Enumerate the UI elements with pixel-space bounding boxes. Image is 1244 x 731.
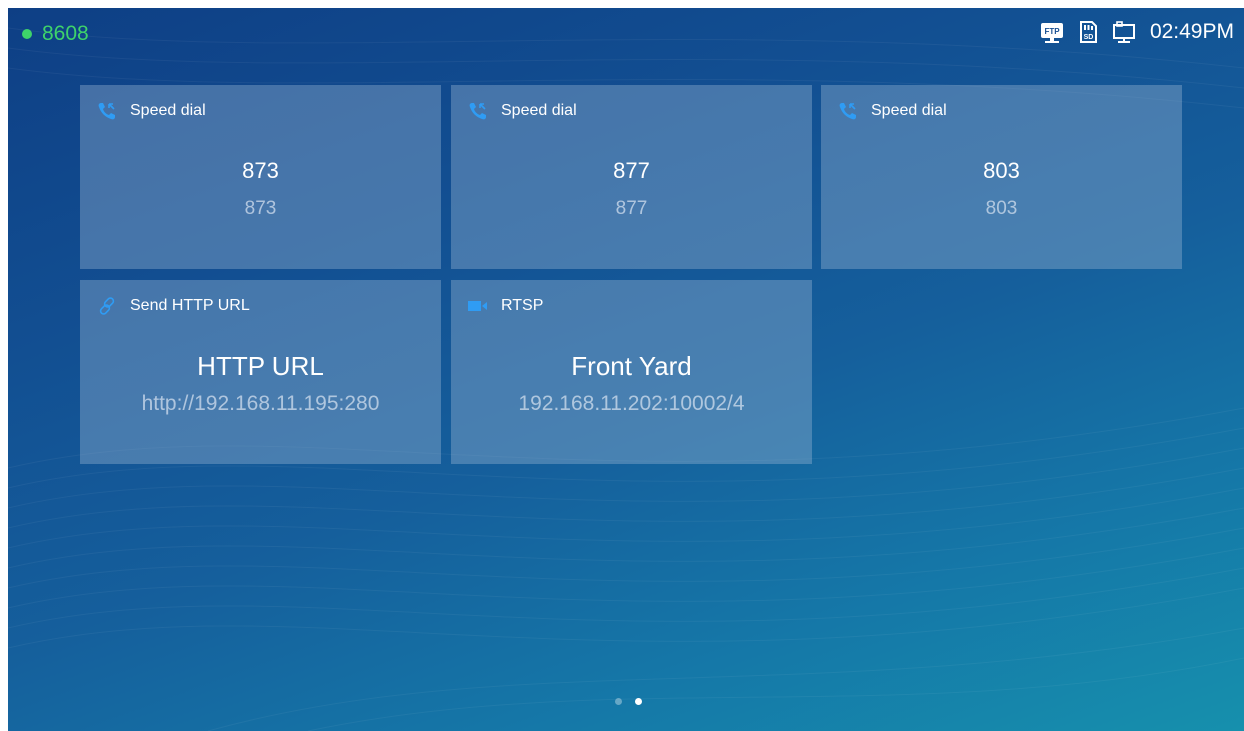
tile-value: 873: [244, 198, 277, 219]
home-screen: 8608 FTP SD 02:49PM Speed dial 873 873 S…: [8, 8, 1244, 731]
account-number: 8608: [42, 22, 89, 45]
tile-header: Speed dial: [837, 101, 947, 121]
tile-name: Front Yard: [571, 351, 692, 381]
tile-value: 192.168.11.202:10002/4: [518, 392, 745, 415]
ftp-icon-label: FTP: [1044, 27, 1060, 36]
sd-card-icon-label: SD: [1084, 34, 1094, 41]
rtsp-tile[interactable]: RTSP Front Yard 192.168.11.202:10002/4: [451, 280, 812, 464]
speed-dial-tile-803[interactable]: Speed dial 803 803: [821, 85, 1182, 269]
phone-icon: [837, 101, 859, 121]
page-indicator: [615, 698, 655, 705]
sd-card-icon: SD: [1076, 20, 1100, 44]
tile-type-label: Send HTTP URL: [130, 297, 250, 314]
video-camera-icon: [467, 296, 489, 316]
tile-header: Speed dial: [96, 101, 206, 121]
link-icon: [96, 296, 118, 316]
tile-header: Speed dial: [467, 101, 577, 121]
tile-type-label: Speed dial: [130, 102, 206, 119]
phone-icon: [96, 101, 118, 121]
tile-value: 877: [615, 198, 648, 219]
clock: 02:49PM: [1149, 20, 1234, 43]
tile-header: Send HTTP URL: [96, 296, 250, 316]
status-icons: FTP SD 02:49PM: [1028, 20, 1234, 44]
tile-value: http://192.168.11.195:280: [141, 392, 380, 415]
tile-name: 803: [983, 158, 1020, 183]
status-bar: 8608 FTP SD 02:49PM: [8, 8, 1244, 58]
speed-dial-tile-873[interactable]: Speed dial 873 873: [80, 85, 441, 269]
ftp-icon: FTP: [1040, 20, 1064, 44]
account-status[interactable]: 8608: [22, 22, 89, 46]
tile-value: 803: [985, 198, 1018, 219]
tile-type-label: Speed dial: [871, 102, 947, 119]
page-dot-2-active[interactable]: [635, 698, 642, 705]
http-url-tile[interactable]: Send HTTP URL HTTP URL http://192.168.11…: [80, 280, 441, 464]
network-icon: [1112, 20, 1136, 44]
registration-status-dot: [22, 29, 32, 39]
tile-header: RTSP: [467, 296, 543, 316]
tile-type-label: RTSP: [501, 297, 544, 314]
tile-name: 877: [613, 158, 650, 183]
speed-dial-tile-877[interactable]: Speed dial 877 877: [451, 85, 812, 269]
tile-type-label: Speed dial: [501, 102, 577, 119]
phone-icon: [467, 101, 489, 121]
page-dot-1[interactable]: [615, 698, 622, 705]
tile-name: 873: [242, 158, 279, 183]
tile-name: HTTP URL: [197, 351, 324, 381]
